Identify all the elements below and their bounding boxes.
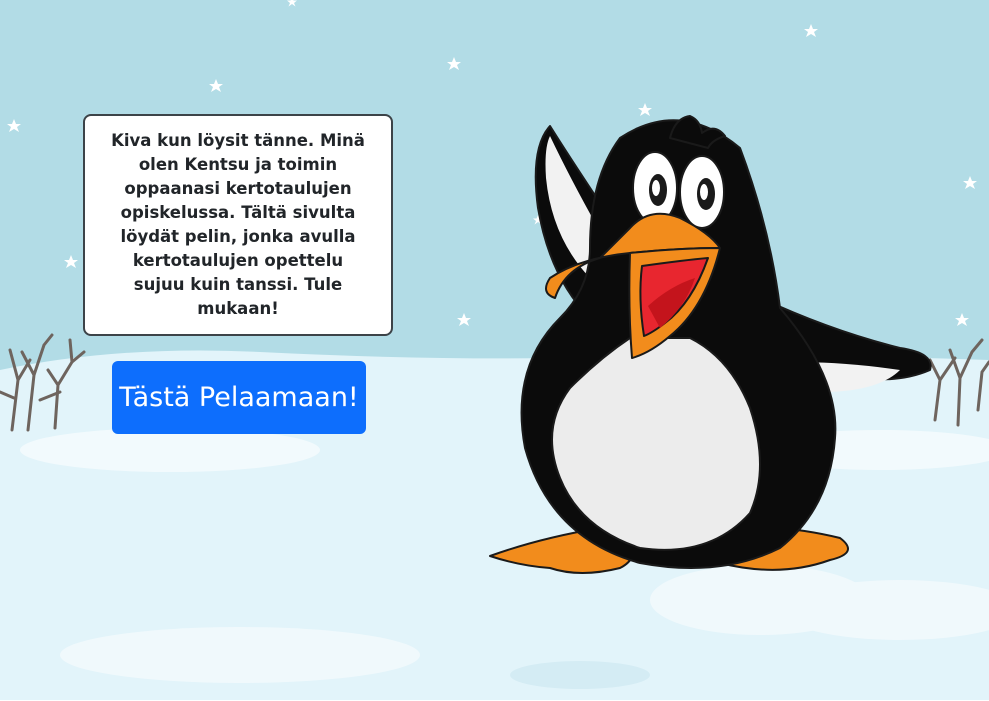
penguin-mascot — [489, 115, 932, 574]
speech-bubble: Kiva kun löysit tänne. Minä olen Kentsu … — [83, 114, 393, 336]
speech-bubble-text: Kiva kun löysit tänne. Minä olen Kentsu … — [111, 131, 365, 318]
snow-drift — [510, 661, 650, 689]
winter-scene: Kiva kun löysit tänne. Minä olen Kentsu … — [0, 0, 989, 701]
play-button[interactable]: Tästä Pelaamaan! — [112, 361, 366, 434]
snow-drift — [20, 428, 320, 472]
snow-drift — [60, 627, 420, 683]
